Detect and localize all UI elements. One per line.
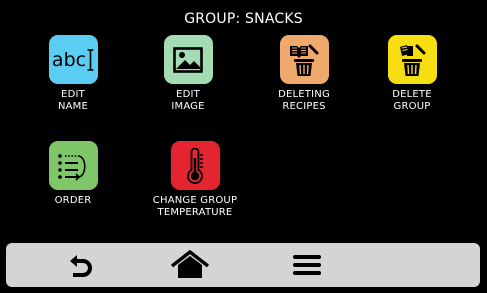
edit-name-label: EDIT NAME	[57, 89, 89, 112]
back-button[interactable]	[59, 243, 103, 287]
deleting-recipes-icon-box[interactable]	[279, 35, 329, 84]
abc-icon-text: abc	[51, 48, 87, 71]
home-icon	[170, 250, 210, 278]
screen: GROUP: SNACKS abc EDIT NAME EDIT IMAGE D…	[0, 0, 487, 293]
page-title: GROUP: SNACKS	[184, 11, 303, 27]
delete-group-button[interactable]: DELETE GROUP	[353, 35, 471, 113]
edit-image-label: EDIT IMAGE	[171, 89, 205, 112]
delete-group-icon	[400, 44, 426, 76]
back-icon	[70, 255, 92, 277]
thermometer-icon	[187, 147, 203, 184]
edit-image-icon-box[interactable]	[163, 35, 213, 84]
deleting-recipes-label: DELETING RECIPES	[278, 89, 330, 112]
menu-icon	[293, 255, 321, 275]
order-label: ORDER	[54, 195, 92, 206]
change-group-temperature-button[interactable]: CHANGE GROUP TEMPERATURE	[136, 141, 254, 219]
bottom-nav-bar	[6, 243, 480, 287]
change-group-temperature-label: CHANGE GROUP TEMPERATURE	[152, 195, 238, 218]
order-button[interactable]: ORDER	[25, 141, 121, 207]
change-temperature-icon-box[interactable]	[170, 141, 220, 190]
deleting-recipes-button[interactable]: DELETING RECIPES	[245, 35, 363, 113]
abc-text-cursor-icon: abc	[52, 49, 94, 71]
delete-group-label: DELETE GROUP	[392, 89, 432, 112]
delete-recipes-icon	[290, 44, 319, 76]
order-icon-box[interactable]	[48, 141, 98, 190]
menu-button[interactable]	[285, 243, 329, 287]
order-list-icon	[58, 153, 86, 181]
home-button[interactable]	[168, 243, 212, 287]
edit-image-button[interactable]: EDIT IMAGE	[129, 35, 247, 113]
edit-name-button[interactable]: abc EDIT NAME	[14, 35, 132, 113]
image-icon	[173, 46, 203, 73]
delete-group-icon-box[interactable]	[387, 35, 437, 84]
edit-name-icon-box[interactable]: abc	[48, 35, 98, 84]
